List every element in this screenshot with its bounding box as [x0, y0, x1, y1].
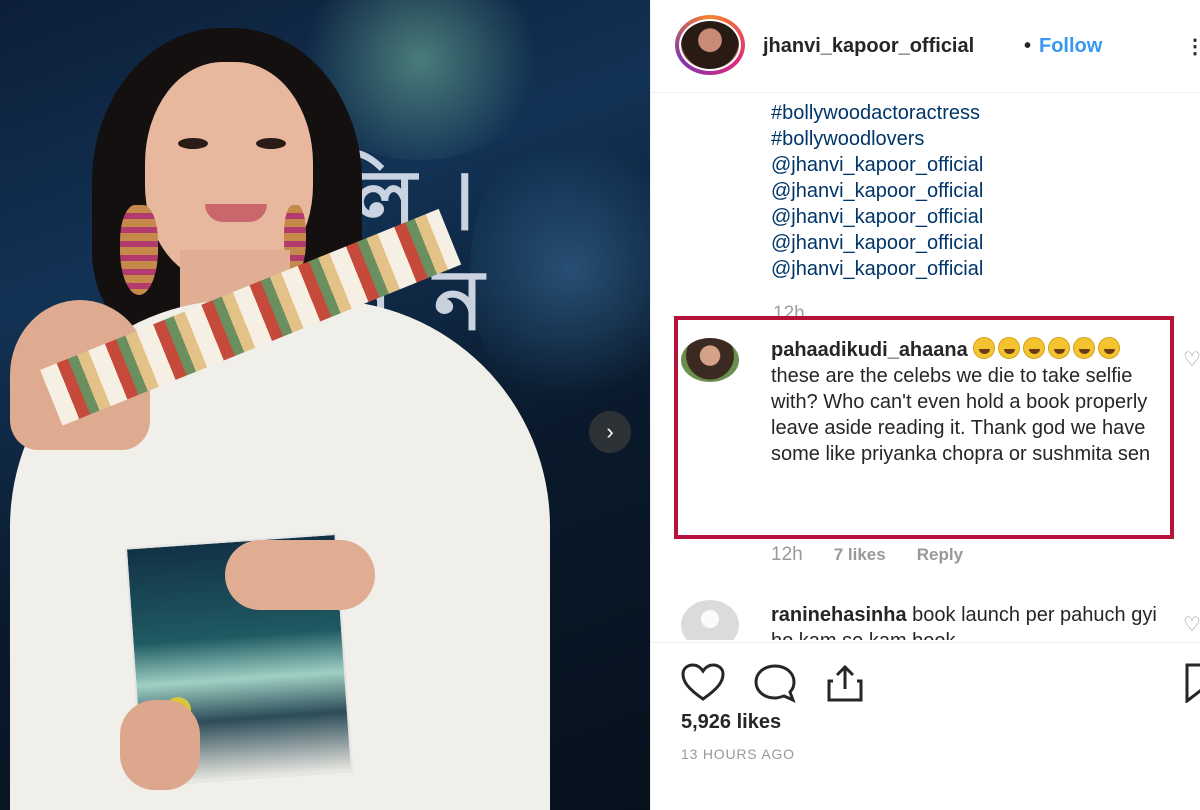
comment-username[interactable]: pahaadikudi_ahaana	[771, 339, 968, 361]
caption-mention[interactable]: @jhanvi_kapoor_official	[771, 178, 983, 204]
photo-hand	[120, 700, 200, 790]
laughing-emoji-icon	[1098, 337, 1121, 359]
caption-mention[interactable]: @jhanvi_kapoor_official	[771, 230, 983, 256]
laughing-emoji-icon	[1023, 337, 1046, 359]
next-image-button[interactable]: ›	[589, 411, 631, 453]
photo-eye	[256, 138, 286, 149]
laughing-emoji-icon	[1048, 337, 1071, 359]
likes-count[interactable]: 5,926 likes	[681, 711, 781, 734]
chevron-right-icon: ›	[606, 419, 614, 444]
comment-meta: 12h 7 likes Reply	[771, 544, 989, 566]
laughing-emoji-group	[973, 337, 1123, 361]
photo-eye	[178, 138, 208, 149]
photo-earring	[120, 205, 158, 295]
post-photo[interactable]: লি ৷ল ন ›	[0, 0, 650, 810]
comment-text: raninehasinha book launch per pahuch gyi…	[771, 602, 1166, 640]
separator-dot: •	[1024, 35, 1032, 57]
caption: #bollywoodactoractress #bollywoodlovers …	[771, 100, 983, 282]
comment-row: raninehasinha book launch per pahuch gyi…	[651, 590, 1200, 640]
default-avatar-icon[interactable]	[681, 600, 739, 640]
caption-mention[interactable]: @jhanvi_kapoor_official	[771, 204, 983, 230]
comment-avatar[interactable]	[681, 338, 739, 382]
avatar[interactable]	[675, 15, 745, 75]
laughing-emoji-icon	[1073, 337, 1096, 359]
heart-icon[interactable]	[681, 663, 725, 703]
background-light	[470, 120, 650, 420]
caption-hashtag[interactable]: #bollywoodactoractress	[771, 100, 983, 126]
comment-icon[interactable]	[753, 663, 797, 703]
comment-like-heart-icon[interactable]: ♡	[1183, 612, 1200, 637]
avatar-image	[679, 19, 741, 71]
photo-smile	[205, 204, 267, 222]
comment-likes-count[interactable]: 7 likes	[834, 545, 886, 565]
caption-mention[interactable]: @jhanvi_kapoor_official	[771, 256, 983, 282]
laughing-emoji-icon	[973, 337, 996, 359]
caption-hashtag[interactable]: #bollywoodlovers	[771, 126, 983, 152]
post-panel: jhanvi_kapoor_official • Follow ⋮ #bolly…	[650, 0, 1200, 810]
post-timestamp: 13 HOURS AGO	[681, 746, 795, 762]
caption-mention[interactable]: @jhanvi_kapoor_official	[771, 152, 983, 178]
comment-like-heart-icon[interactable]: ♡	[1183, 347, 1200, 372]
more-options-icon[interactable]: ⋮	[1185, 34, 1200, 59]
photo-hand	[225, 540, 375, 610]
comment-reply-button[interactable]: Reply	[917, 545, 963, 565]
comment-text: pahaadikudi_ahaana these are the celebs …	[771, 337, 1161, 467]
comment-timestamp: 12h	[771, 544, 803, 565]
follow-button[interactable]: Follow	[1039, 35, 1102, 58]
post-header: jhanvi_kapoor_official • Follow ⋮	[651, 0, 1200, 93]
comment-body: these are the celebs we die to take self…	[771, 365, 1151, 465]
bookmark-icon[interactable]	[1183, 663, 1200, 703]
post-username[interactable]: jhanvi_kapoor_official	[763, 35, 974, 58]
post-actions: 5,926 likes 13 HOURS AGO	[651, 642, 1200, 810]
laughing-emoji-icon	[998, 337, 1021, 359]
share-icon[interactable]	[823, 663, 867, 703]
comment-username[interactable]: raninehasinha	[771, 604, 907, 626]
